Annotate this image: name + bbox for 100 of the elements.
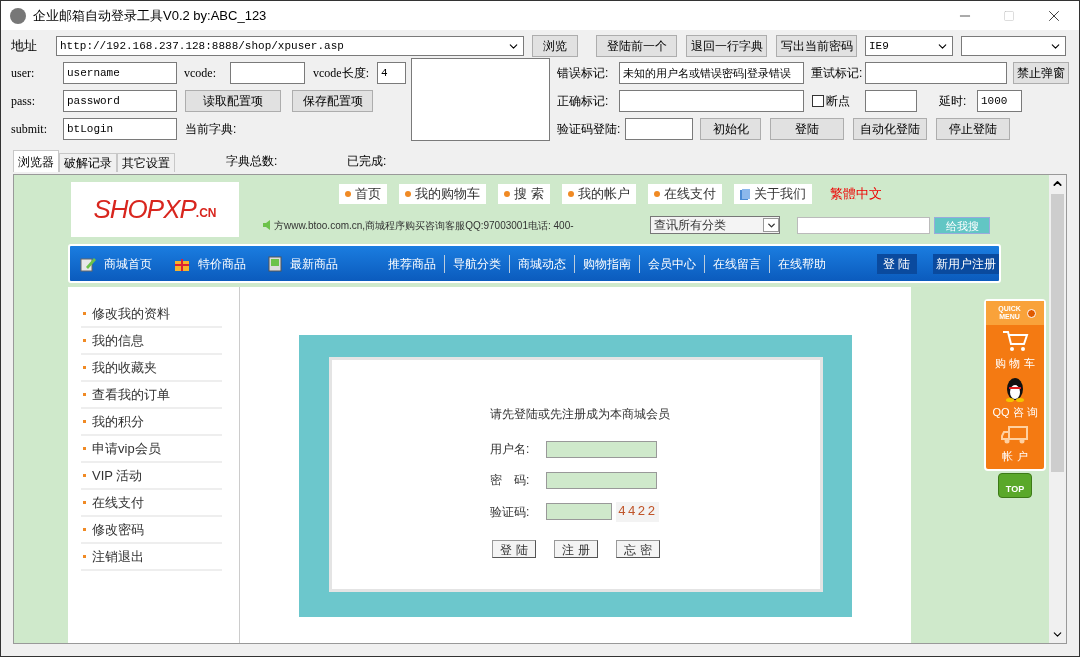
- sidebar-item[interactable]: 我的收藏夹: [81, 355, 222, 382]
- bullet-icon: [83, 420, 86, 423]
- truck-icon: [1000, 424, 1030, 446]
- login-prompt: 请先登陆或先注册成为本商城会员: [490, 406, 670, 423]
- top-nav-link[interactable]: 在线支付: [647, 184, 722, 204]
- breakpoint-checkbox[interactable]: 断点: [812, 92, 857, 110]
- toolbar-button[interactable]: 退回一行字典: [686, 35, 767, 57]
- sidebar-item[interactable]: 我的信息: [81, 328, 222, 355]
- tab[interactable]: 破解记录: [59, 153, 117, 172]
- nav-item[interactable]: 特价商品: [174, 254, 246, 273]
- form-button[interactable]: 注 册: [554, 539, 598, 558]
- select-field[interactable]: [961, 36, 1066, 56]
- field-label: user:: [11, 65, 36, 82]
- input-field[interactable]: 4: [377, 62, 406, 84]
- address-combo[interactable]: http://192.168.237.128:8888/shop/xpuser.asp: [56, 36, 524, 56]
- dict-total-label: 字典总数:: [226, 153, 279, 170]
- scrollbar[interactable]: [1049, 175, 1066, 643]
- input-field[interactable]: [546, 471, 657, 489]
- nav-item[interactable]: 最新商品: [268, 254, 338, 273]
- sidebar-item[interactable]: 在线支付: [81, 490, 222, 517]
- form-button[interactable]: 忘 密: [616, 539, 660, 558]
- field-label: 密 码:: [490, 472, 531, 489]
- checkbox[interactable]: [812, 95, 824, 107]
- nav-link[interactable]: 购物指南: [574, 254, 639, 273]
- block-popup-button[interactable]: 禁止弹窗: [1013, 62, 1069, 84]
- penguin-icon: [1004, 375, 1026, 402]
- field-label: vcode:: [184, 65, 217, 82]
- field-label: 重试标记:: [811, 65, 864, 82]
- category-select[interactable]: 查讯所有分类: [650, 216, 780, 234]
- avatar-icon: [9, 6, 27, 25]
- page-icon: [739, 188, 750, 200]
- nav-link[interactable]: 会员中心: [639, 254, 704, 273]
- field-label: 当前字典:: [185, 121, 238, 138]
- nav-link[interactable]: 导航分类: [444, 254, 509, 273]
- captcha-image: 4422: [616, 502, 660, 522]
- sidebar-item[interactable]: 我的积分: [81, 409, 222, 436]
- input-field[interactable]: [546, 503, 612, 521]
- input-field[interactable]: 1000: [977, 90, 1022, 112]
- load-config-button[interactable]: 读取配置项: [185, 90, 281, 112]
- top-nav-link[interactable]: 关于我们: [733, 184, 812, 204]
- top-nav-link[interactable]: 首页: [339, 184, 387, 204]
- nav-item[interactable]: 商城首页: [80, 254, 152, 273]
- nav-link[interactable]: 在线留言: [704, 254, 769, 273]
- input-field[interactable]: [865, 90, 917, 112]
- sidebar-item[interactable]: VIP 活动: [81, 463, 222, 490]
- tab[interactable]: 浏览器: [13, 150, 59, 172]
- input-field[interactable]: password: [63, 90, 177, 112]
- field-label: 错误标记:: [557, 65, 610, 82]
- action-button[interactable]: 停止登陆: [936, 118, 1010, 140]
- input-field[interactable]: [625, 118, 693, 140]
- window-title: 企业邮箱自动登录工具V0.2 by:ABC_123: [33, 6, 267, 25]
- bullet-icon: [83, 447, 86, 450]
- nav-link[interactable]: 推荐商品: [388, 254, 444, 273]
- bullet-icon: [83, 393, 86, 396]
- bullet-icon: [83, 312, 86, 315]
- toolbar-button[interactable]: 登陆前一个: [596, 35, 677, 57]
- action-button[interactable]: 初始化: [700, 118, 761, 140]
- bullet-icon: [83, 339, 86, 342]
- field-label: 验证码:: [490, 503, 531, 521]
- action-button[interactable]: 自动化登陆: [853, 118, 927, 140]
- bullet-icon: [83, 474, 86, 477]
- top-nav-link[interactable]: 我的购物车: [399, 184, 486, 204]
- input-field[interactable]: [865, 62, 1007, 84]
- logo: SHOPXP.CN: [71, 182, 239, 237]
- browse-button[interactable]: 浏览: [532, 35, 578, 57]
- search-field[interactable]: [797, 216, 930, 234]
- log-textarea[interactable]: [411, 58, 550, 141]
- form-button[interactable]: 登 陆: [492, 539, 536, 558]
- toolbar-button[interactable]: 写出当前密码: [776, 35, 857, 57]
- input-field[interactable]: [230, 62, 305, 84]
- login-button[interactable]: 登 陆: [877, 253, 917, 274]
- sidebar-item[interactable]: 修改密码: [81, 517, 222, 544]
- sidebar-item[interactable]: 修改我的资料: [81, 301, 222, 328]
- sidebar-item[interactable]: 申请vip会员: [81, 436, 222, 463]
- top-nav-link[interactable]: 我的帐户: [561, 184, 636, 204]
- save-config-button[interactable]: 保存配置项: [292, 90, 373, 112]
- field-label: 验证码登陆:: [557, 121, 622, 138]
- field-label: pass:: [11, 93, 36, 110]
- nav-link[interactable]: 在线帮助: [769, 254, 834, 273]
- input-field[interactable]: username: [63, 62, 177, 84]
- browser-select[interactable]: IE9: [865, 36, 953, 56]
- tab[interactable]: 其它设置: [117, 153, 175, 172]
- field-label: 正确标记:: [557, 93, 610, 110]
- input-field[interactable]: btLogin: [63, 118, 177, 140]
- input-field[interactable]: [546, 440, 657, 458]
- top-nav-link[interactable]: 搜 索: [498, 184, 550, 204]
- scroll-thumb[interactable]: [1051, 194, 1064, 472]
- sidebar-item[interactable]: 查看我的订单: [81, 382, 222, 409]
- bullet-icon: [83, 555, 86, 558]
- input-field[interactable]: [619, 90, 804, 112]
- nav-link[interactable]: 商城动态: [509, 254, 574, 273]
- sidebar-item[interactable]: 注销退出: [81, 544, 222, 571]
- register-button[interactable]: 新用户注册: [932, 253, 999, 274]
- field-label: vcode长度:: [313, 65, 370, 82]
- field-label: 用户名:: [490, 441, 531, 458]
- speaker-icon: [263, 220, 272, 230]
- done-label: 已完成:: [347, 153, 388, 170]
- action-button[interactable]: 登陆: [770, 118, 844, 140]
- input-field[interactable]: 未知的用户名或错误密码|登录错误: [619, 62, 804, 84]
- bullet-icon: [83, 501, 86, 504]
